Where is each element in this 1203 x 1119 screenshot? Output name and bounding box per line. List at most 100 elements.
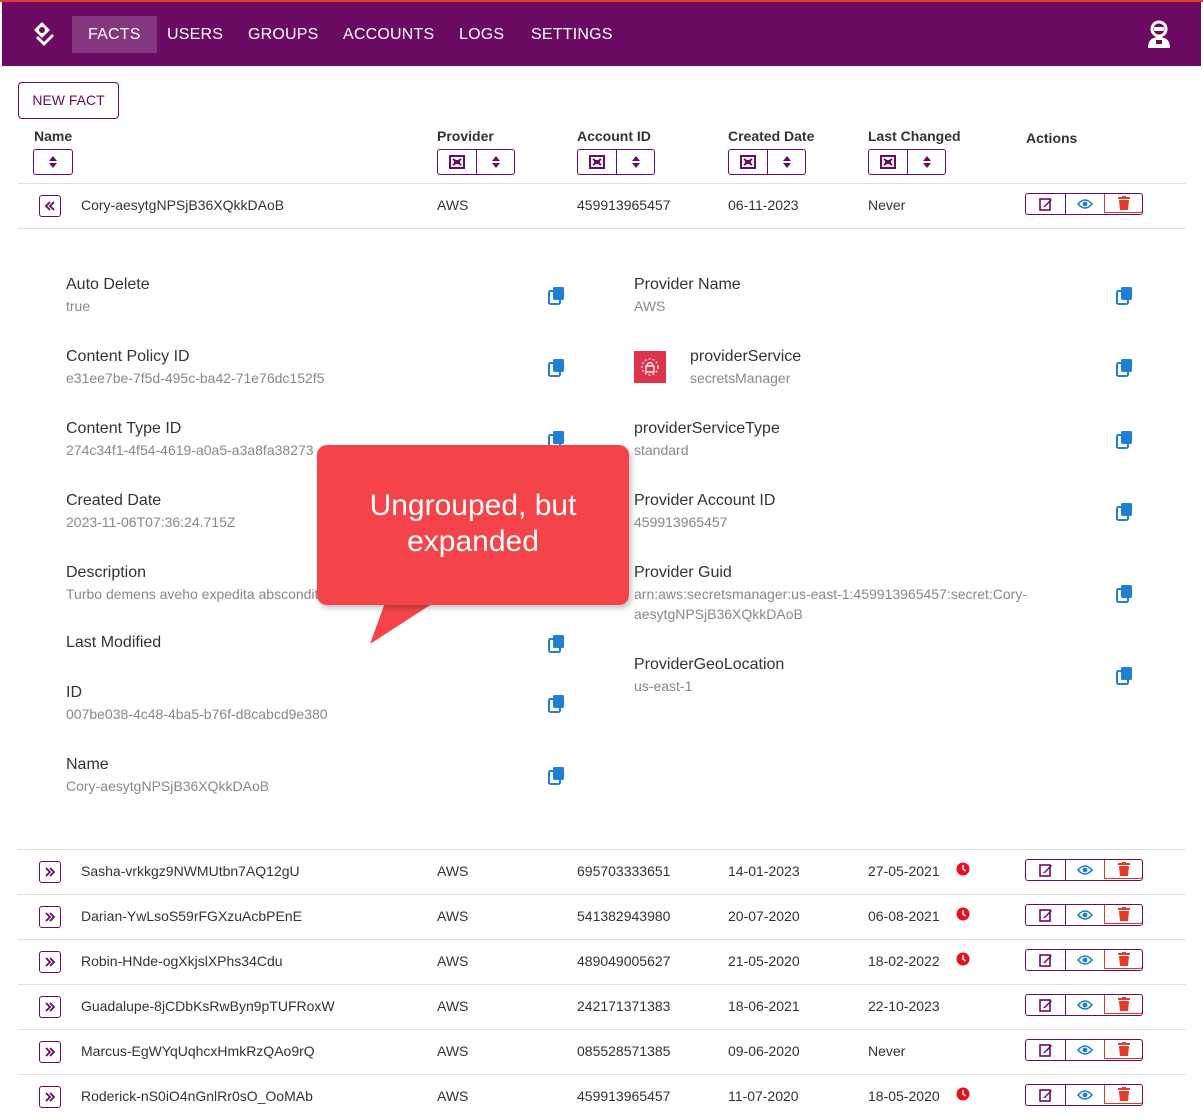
sort-name-button[interactable] [34,150,72,174]
edit-button[interactable] [1026,1085,1065,1105]
copy-icon[interactable] [548,694,566,714]
copy-icon[interactable] [548,766,566,786]
view-button[interactable] [1065,1040,1104,1060]
delete-button[interactable] [1104,194,1142,213]
collapse-row-button[interactable] [39,195,61,217]
sort-icon [922,156,931,168]
sort-account-control [577,149,655,175]
column-header-account-id: Account ID [577,128,651,144]
view-button[interactable] [1065,194,1104,214]
row-name: Roderick-nS0iO4nGnlRr0sO_OoMAb [81,1088,313,1104]
edit-icon [1038,1044,1052,1057]
edit-button[interactable] [1026,950,1065,970]
sort-icon [49,156,57,168]
copy-icon[interactable] [1116,430,1134,450]
detail-label-content-type-id: Content Type ID [66,420,182,437]
detail-value-description: Turbo demens aveho expedita abscondit [66,586,319,602]
eye-icon [1077,1045,1093,1055]
eye-icon [1077,199,1093,209]
sort-account-button[interactable] [616,150,654,174]
row-account-id: 459913965457 [577,197,671,213]
edit-button[interactable] [1026,194,1065,214]
delete-button[interactable] [1104,905,1142,924]
nav-facts[interactable]: FACTS [72,16,157,53]
row-created-date: 09-06-2020 [728,1043,800,1059]
expand-icon [45,867,56,877]
detail-value-provider-guid: arn:aws:secretsmanager:us-east-1:4599139… [634,586,1027,602]
row-account-id: 459913965457 [577,1088,671,1104]
row-name: Robin-HNde-ogXkjslXPhs34Cdu [81,953,283,969]
group-lastchanged-button[interactable] [869,150,907,174]
row-account-id: 489049005627 [577,953,671,969]
copy-icon[interactable] [1116,666,1134,686]
edit-button[interactable] [1026,1040,1065,1060]
view-button[interactable] [1065,905,1104,925]
expand-row-button[interactable] [39,996,61,1018]
delete-button[interactable] [1104,995,1142,1014]
expand-row-button[interactable] [39,951,61,973]
row-actions [1025,1039,1143,1061]
detail-value-created-date: 2023-11-06T07:36:24.715Z [66,514,236,530]
view-button[interactable] [1065,860,1104,880]
expand-row-button[interactable] [39,1041,61,1063]
nav-groups[interactable]: GROUPS [232,16,335,53]
view-button[interactable] [1065,995,1104,1015]
row-name: Guadalupe-8jCDbKsRwByn9pTUFRoxW [81,998,335,1014]
view-button[interactable] [1065,950,1104,970]
nav-accounts[interactable]: ACCOUNTS [327,16,450,53]
delete-button[interactable] [1104,950,1142,969]
copy-icon[interactable] [548,286,566,306]
sort-created-button[interactable] [767,150,805,174]
callout-line-2: expanded [407,525,539,558]
sort-icon [782,156,791,168]
sort-created-control [728,149,806,175]
detail-label-name: Name [66,756,109,773]
row-created-date: 14-01-2023 [728,863,800,879]
nav-users[interactable]: USERS [151,16,239,53]
sort-provider-button[interactable] [476,150,514,174]
expand-row-button[interactable] [39,1086,61,1108]
delete-button[interactable] [1104,860,1142,879]
edit-button[interactable] [1026,995,1065,1015]
edit-icon [1038,999,1052,1012]
detail-value-provider-service-type: standard [634,442,689,458]
copy-icon[interactable] [1116,358,1134,378]
group-created-button[interactable] [729,150,767,174]
expand-row-button[interactable] [39,906,61,928]
column-header-actions: Actions [1026,130,1078,146]
row-created-date: 20-07-2020 [728,908,800,924]
edit-button[interactable] [1026,905,1065,925]
edit-button[interactable] [1026,860,1065,880]
clock-icon [956,907,970,921]
trash-icon [1117,862,1130,876]
nav-settings[interactable]: SETTINGS [515,16,629,53]
copy-icon[interactable] [548,358,566,378]
delete-button[interactable] [1104,1040,1142,1059]
row-name: Marcus-EgWYqUqhcxHmkRzQAo9rQ [81,1043,315,1059]
copy-icon[interactable] [1116,286,1134,306]
callout-line-1: Ungrouped, but [369,489,577,522]
expand-row-button[interactable] [39,861,61,883]
edit-icon [1038,198,1052,211]
app-logo-icon[interactable] [28,18,58,48]
row-last-changed: Never [868,197,906,213]
row-created-date: 18-06-2021 [728,998,800,1014]
copy-icon[interactable] [1116,584,1134,604]
table-row: Guadalupe-8jCDbKsRwByn9pTUFRoxW AWS 242171… [18,984,1186,1029]
user-avatar-icon[interactable] [1145,20,1173,50]
copy-icon[interactable] [1116,502,1134,522]
row-provider: AWS [437,953,469,969]
row-actions [1025,1084,1143,1106]
group-account-button[interactable] [578,150,616,174]
view-button[interactable] [1065,1085,1104,1105]
detail-value-auto-delete: true [66,298,91,314]
clock-icon [956,862,970,876]
nav-logs[interactable]: LOGS [443,16,520,53]
row-provider: AWS [437,1043,469,1059]
group-provider-button[interactable] [438,150,476,174]
sort-lastchanged-button[interactable] [907,150,945,174]
delete-button[interactable] [1104,1085,1142,1104]
new-fact-button[interactable]: NEW FACT [18,82,119,119]
row-provider: AWS [437,998,469,1014]
copy-icon[interactable] [548,634,566,654]
